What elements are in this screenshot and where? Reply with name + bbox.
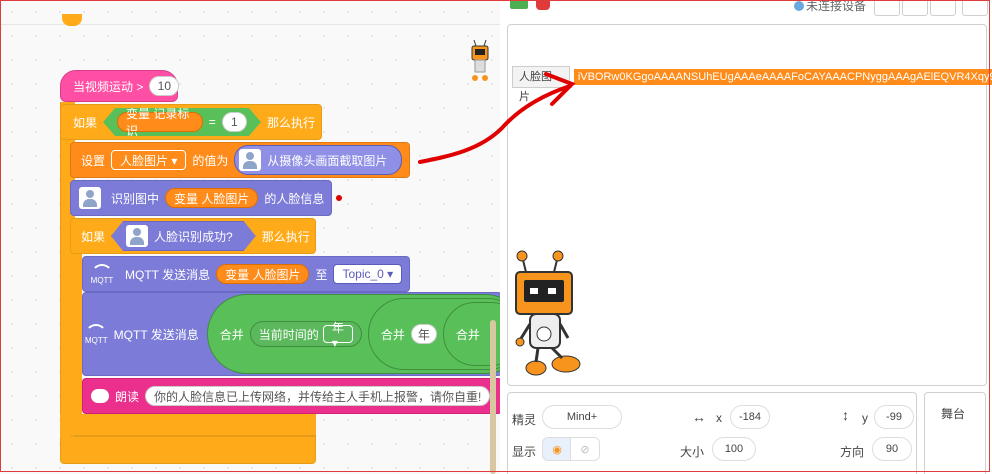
y-label: y: [862, 411, 868, 425]
variable-monitor-value: iVBORw0KGgoAAAANSUhEUgAAAeAAAAFoCAYAAACP…: [573, 69, 992, 85]
fullscreen-button[interactable]: [962, 0, 988, 16]
year-text-input[interactable]: 年: [410, 324, 437, 344]
x-label: x: [716, 411, 722, 425]
speak-block[interactable]: 朗读 你的人脸信息已上传网络，并传给主人手机上报警，请你自重!: [82, 378, 500, 414]
large-stage-button[interactable]: [902, 0, 928, 16]
time-unit-dropdown[interactable]: 年 ▾: [322, 321, 353, 350]
hat-label: 当视频运动 >: [73, 79, 144, 94]
direction-label: 方向: [840, 445, 865, 459]
connection-status-label: 未连接设备: [806, 0, 867, 13]
then-label-inner: 那么执行: [261, 229, 310, 244]
mqtt-to-label: 至: [315, 267, 328, 282]
set-value-label: 的值为: [192, 153, 229, 168]
capture-image-label: 从摄像头画面截取图片: [267, 153, 388, 168]
connection-dot-icon: [794, 0, 804, 11]
sprite-info-panel: 精灵 Mind+ ↔ x -184 ↕ y -99 显示 ◉ ⊘ 大小 100 …: [507, 392, 917, 474]
mqtt-send-block-2[interactable]: MQTT MQTT 发送消息 合并 当前时间的 年 ▾ 合并 年 合并: [82, 292, 500, 376]
small-stage-button[interactable]: [874, 0, 900, 16]
green-flag-icon[interactable]: [510, 0, 528, 9]
x-arrows-icon: ↔: [692, 409, 706, 425]
show-label: 显示: [512, 445, 537, 459]
motion-threshold-input[interactable]: 10: [149, 76, 180, 96]
record-flag-variable[interactable]: 变量 记录标识: [117, 112, 203, 132]
y-position-input[interactable]: -99: [874, 405, 914, 429]
join-label-2: 合并: [380, 327, 405, 342]
speech-bubble-icon: [91, 389, 109, 403]
current-time-reporter[interactable]: 当前时间的 年 ▾: [249, 321, 362, 350]
face-image-variable[interactable]: 变量 人脸图片: [165, 188, 259, 208]
if-label-inner: 如果: [81, 229, 106, 244]
previous-block-tail: [62, 14, 82, 26]
stage-panel-tab[interactable]: 舞台: [924, 392, 986, 474]
mqtt-wifi-icon: MQTT: [85, 263, 119, 285]
sprite-label: 精灵: [512, 413, 537, 427]
face-image-variable[interactable]: 变量 人脸图片: [216, 264, 310, 284]
recognize-suffix: 的人脸信息: [264, 191, 325, 206]
face-recognition-icon: [239, 149, 262, 171]
stage-tab-label: 舞台: [941, 407, 966, 421]
mqtt-send-label: MQTT 发送消息: [125, 267, 211, 282]
current-time-label: 当前时间的: [258, 327, 319, 342]
direction-input[interactable]: 90: [872, 437, 912, 461]
workspace-scrollbar[interactable]: [490, 320, 496, 474]
face-recognition-icon: [126, 225, 148, 247]
stage-layout-button[interactable]: [930, 0, 956, 16]
set-variable-block[interactable]: 设置 人脸图片 ▾ 的值为 从摄像头画面截取图片: [70, 142, 410, 178]
breakpoint-dot: [336, 195, 342, 201]
mind-plus-robot-sprite[interactable]: [514, 248, 584, 382]
capture-image-reporter[interactable]: 从摄像头画面截取图片: [234, 145, 403, 175]
mqtt-send-block-1[interactable]: MQTT MQTT 发送消息 变量 人脸图片 至 Topic_0 ▾: [82, 256, 410, 292]
face-success-label: 人脸识别成功?: [154, 229, 233, 244]
recognize-prefix: 识别图中: [111, 191, 160, 206]
face-recognition-icon: [79, 187, 101, 209]
x-position-input[interactable]: -184: [730, 405, 770, 429]
y-arrows-icon: ↕: [842, 407, 849, 423]
hide-eye-icon[interactable]: ⊘: [570, 437, 600, 461]
if-label: 如果: [73, 115, 98, 130]
then-label: 那么执行: [266, 115, 315, 130]
if-block-outer-bottom: [60, 436, 316, 464]
topic-dropdown[interactable]: Topic_0 ▾: [333, 264, 403, 284]
join-label-1: 合并: [219, 327, 244, 342]
show-eye-icon[interactable]: ◉: [542, 437, 572, 461]
join-label-3: 合并: [455, 327, 480, 342]
face-success-condition[interactable]: 人脸识别成功?: [111, 221, 256, 251]
if-block-inner[interactable]: 如果 人脸识别成功? 那么执行: [70, 218, 316, 254]
if-block-inner-bottom: [70, 414, 316, 436]
variable-dropdown[interactable]: 人脸图片 ▾: [111, 150, 187, 170]
speak-text-input[interactable]: 你的人脸信息已上传网络，并传给主人手机上报警，请你自重!: [145, 386, 491, 406]
connection-status[interactable]: 未连接设备: [794, 0, 866, 14]
stop-icon[interactable]: [536, 0, 550, 10]
equals-value-input[interactable]: 1: [222, 112, 247, 132]
recognize-face-block[interactable]: 识别图中 变量 人脸图片 的人脸信息: [70, 180, 332, 216]
sprite-name-input[interactable]: Mind+: [542, 405, 622, 429]
join-reporter-2[interactable]: 合并 年 合并: [367, 298, 500, 370]
size-label: 大小: [680, 445, 705, 459]
equals-sign: =: [208, 115, 216, 129]
equals-condition[interactable]: 变量 记录标识 = 1: [103, 108, 261, 136]
size-input[interactable]: 100: [712, 437, 756, 461]
mqtt-wifi-icon: MQTT: [85, 323, 108, 345]
speak-label: 朗读: [115, 389, 140, 404]
mqtt-send-label: MQTT 发送消息: [113, 327, 199, 342]
annotation-arrow: [418, 72, 576, 164]
set-label: 设置: [81, 153, 106, 168]
if-block-outer[interactable]: 如果 变量 记录标识 = 1 那么执行: [60, 104, 322, 140]
join-reporter-1[interactable]: 合并 当前时间的 年 ▾ 合并 年 合并: [206, 294, 500, 374]
if-block-inner-arm: [70, 250, 82, 422]
video-motion-hat-block[interactable]: 当视频运动 > 10: [60, 70, 180, 102]
